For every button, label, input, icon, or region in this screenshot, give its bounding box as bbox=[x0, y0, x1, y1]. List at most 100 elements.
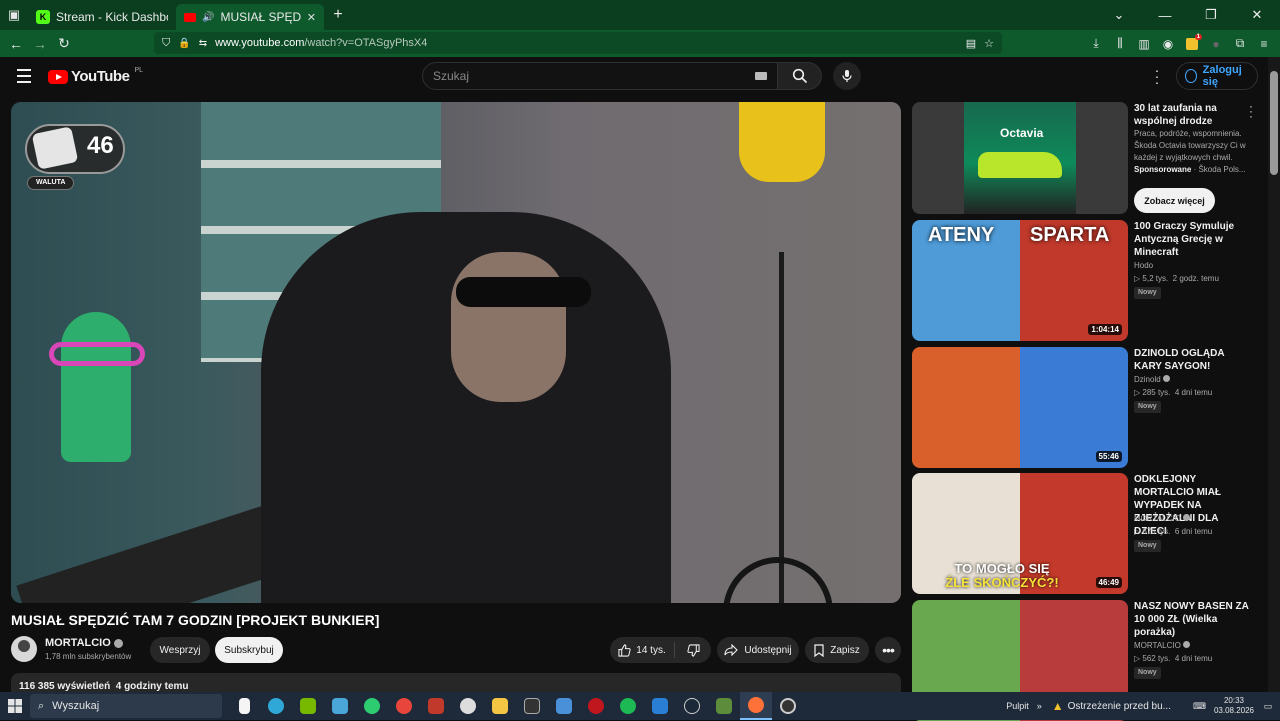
extension-icon[interactable]: ● bbox=[1206, 34, 1226, 54]
channel-name[interactable]: MORTALCIO bbox=[1134, 514, 1181, 523]
warning-icon[interactable]: ▲ bbox=[1052, 699, 1064, 713]
channel-name-row[interactable]: MORTALCIO bbox=[45, 637, 123, 649]
taskbar-search[interactable]: ⌕ Wyszukaj bbox=[30, 694, 222, 718]
nvidia-icon[interactable] bbox=[292, 692, 324, 720]
obs-icon[interactable] bbox=[452, 692, 484, 720]
close-tab-icon[interactable]: ✕ bbox=[307, 11, 316, 24]
menu-icon[interactable]: ≡ bbox=[1254, 34, 1274, 54]
messenger-icon[interactable] bbox=[356, 692, 388, 720]
recommendation-channel[interactable]: Hodo bbox=[1134, 260, 1258, 272]
lock-icon[interactable]: 🔒 bbox=[178, 38, 190, 49]
settings-more-icon[interactable]: · · · bbox=[1152, 63, 1162, 89]
restore-button[interactable]: ❐ bbox=[1188, 0, 1234, 30]
share-button[interactable]: Udostępnij bbox=[717, 637, 799, 663]
tray-notification-text[interactable]: Ostrzeżenie przed bu... bbox=[1068, 701, 1171, 712]
permissions-icon[interactable]: ⇆ bbox=[199, 38, 207, 49]
channel-name[interactable]: Hodo bbox=[1134, 261, 1153, 270]
desktop-toolbar-label[interactable]: Pulpit bbox=[1006, 701, 1029, 711]
media-icon[interactable] bbox=[324, 692, 356, 720]
list-tabs-icon[interactable]: ⌄ bbox=[1096, 0, 1142, 30]
recommendation-channel[interactable]: MORTALCIO bbox=[1134, 640, 1258, 652]
extensions-puzzle-icon[interactable]: ⧉ bbox=[1230, 34, 1250, 54]
subscribe-button[interactable]: Subskrybuj bbox=[215, 637, 283, 663]
steam-icon[interactable] bbox=[676, 692, 708, 720]
youtube-logo[interactable]: YouTube PL bbox=[48, 67, 143, 85]
url-domain: www.youtube.com bbox=[215, 37, 305, 49]
folder-icon[interactable] bbox=[484, 692, 516, 720]
search-button[interactable] bbox=[778, 62, 822, 90]
page-scrollbar[interactable] bbox=[1268, 57, 1280, 692]
save-button[interactable]: Zapisz bbox=[805, 637, 869, 663]
new-tab-button[interactable]: + bbox=[324, 6, 352, 24]
file-icon[interactable] bbox=[228, 692, 260, 720]
back-icon[interactable]: ← bbox=[4, 36, 28, 52]
like-button[interactable]: 14 tys. bbox=[610, 642, 675, 658]
channel-name[interactable]: Dzinold bbox=[1134, 375, 1161, 384]
notepad-icon[interactable] bbox=[548, 692, 580, 720]
recorder-icon[interactable] bbox=[772, 692, 804, 720]
shield-icon[interactable]: ⛉ bbox=[162, 37, 170, 50]
share-icon bbox=[724, 644, 739, 656]
recommendation-thumbnail[interactable]: 55:46 bbox=[912, 347, 1128, 468]
recommendation-title[interactable]: NASZ NOWY BASEN ZA 10 000 ZŁ (Wielka por… bbox=[1134, 600, 1252, 639]
bookmark-star-icon[interactable]: ☆ bbox=[984, 37, 994, 50]
close-window-button[interactable]: ✕ bbox=[1234, 0, 1280, 30]
tab-title: Stream - Kick Dashboard bbox=[56, 10, 168, 24]
notifications-icon[interactable]: ▭ bbox=[1256, 701, 1280, 712]
login-button[interactable]: Zaloguj się bbox=[1176, 62, 1258, 90]
reload-icon[interactable]: ↻ bbox=[52, 35, 76, 52]
tab-kick-dashboard[interactable]: K Stream - Kick Dashboard bbox=[28, 4, 176, 30]
menu-hamburger-icon[interactable] bbox=[17, 69, 31, 87]
channel-name[interactable]: MORTALCIO bbox=[45, 637, 111, 649]
more-actions-button[interactable]: ••• bbox=[875, 637, 901, 663]
app-icon[interactable] bbox=[420, 692, 452, 720]
join-button[interactable]: Wesprzyj bbox=[150, 637, 210, 663]
recommendation-channel[interactable]: MORTALCIO bbox=[1134, 513, 1258, 525]
keyboard-tray-icon[interactable]: ⌨ bbox=[1193, 701, 1206, 712]
extension-badge-icon[interactable]: 1 bbox=[1182, 33, 1202, 54]
play-icon: ▷ bbox=[1134, 654, 1141, 663]
search-icon: ⌕ bbox=[38, 699, 45, 712]
minimize-button[interactable]: — bbox=[1142, 0, 1188, 30]
edge-icon[interactable] bbox=[260, 692, 292, 720]
ad-more-icon[interactable]: · · · bbox=[1248, 100, 1254, 122]
epic-games-icon[interactable] bbox=[516, 692, 548, 720]
opera-icon[interactable] bbox=[580, 692, 612, 720]
download-icon[interactable]: ⤓ bbox=[1086, 34, 1106, 54]
search-input[interactable]: Szukaj bbox=[422, 62, 778, 90]
chevron-right-icon[interactable]: » bbox=[1037, 701, 1042, 711]
ad-cta-button[interactable]: Zobacz więcej bbox=[1134, 188, 1215, 213]
speaker-icon[interactable]: 🔊 bbox=[202, 12, 214, 23]
mail-icon[interactable] bbox=[644, 692, 676, 720]
forward-icon[interactable]: → bbox=[28, 36, 52, 52]
start-button[interactable] bbox=[0, 699, 30, 713]
ad-title[interactable]: 30 lat zaufania na wspólnej drodze bbox=[1134, 102, 1252, 128]
channel-name[interactable]: MORTALCIO bbox=[1134, 641, 1181, 650]
recommendation-channel[interactable]: Dzinold bbox=[1134, 374, 1258, 386]
tab-list-icon[interactable]: ▣ bbox=[0, 0, 28, 30]
browser-tab-bar: ▣ K Stream - Kick Dashboard 🔊 MUSIAŁ SPĘ… bbox=[0, 0, 1280, 30]
recommendation-title[interactable]: DZINOLD OGLĄDA KARY SAYGON! bbox=[1134, 347, 1252, 373]
recommendation-thumbnail[interactable]: TO MOGŁO SIĘ ŹLE SKOŃCZYĆ?! 46:49 bbox=[912, 473, 1128, 594]
tab-youtube-video[interactable]: 🔊 MUSIAŁ SPĘDZIĆ TAM 7 GO ✕ bbox=[176, 4, 324, 30]
dislike-button[interactable] bbox=[675, 643, 711, 657]
channel-avatar[interactable] bbox=[11, 636, 37, 662]
spotify-icon[interactable] bbox=[612, 692, 644, 720]
recommendation-thumbnail[interactable]: ATENY SPARTA 1:04:14 bbox=[912, 220, 1128, 341]
minecraft-icon[interactable] bbox=[708, 692, 740, 720]
library-icon[interactable]: ⫼ bbox=[1110, 34, 1130, 54]
address-bar[interactable]: ⛉ 🔒 ⇆ www.youtube.com/watch?v=OTASgyPhsX… bbox=[154, 32, 1002, 54]
voice-search-button[interactable] bbox=[833, 62, 861, 90]
recommendation-meta: ▷ 285 tys. 4 dni temu bbox=[1134, 388, 1213, 397]
account-icon[interactable]: ◉ bbox=[1158, 34, 1178, 54]
keyboard-icon[interactable] bbox=[755, 72, 767, 80]
sidebar-icon[interactable]: ▥ bbox=[1134, 34, 1154, 54]
chrome-icon[interactable] bbox=[388, 692, 420, 720]
ad-thumbnail[interactable]: Octavia bbox=[912, 102, 1128, 214]
clock[interactable]: 20:33 03.08.2026 bbox=[1212, 696, 1256, 716]
firefox-icon[interactable] bbox=[740, 692, 772, 720]
reader-view-icon[interactable]: ▤ bbox=[966, 37, 976, 50]
scrollbar-thumb[interactable] bbox=[1270, 71, 1278, 175]
recommendation-title[interactable]: 100 Graczy Symuluje Antyczną Grecję w Mi… bbox=[1134, 220, 1252, 259]
video-player[interactable]: 46 WALUTA bbox=[11, 102, 901, 603]
